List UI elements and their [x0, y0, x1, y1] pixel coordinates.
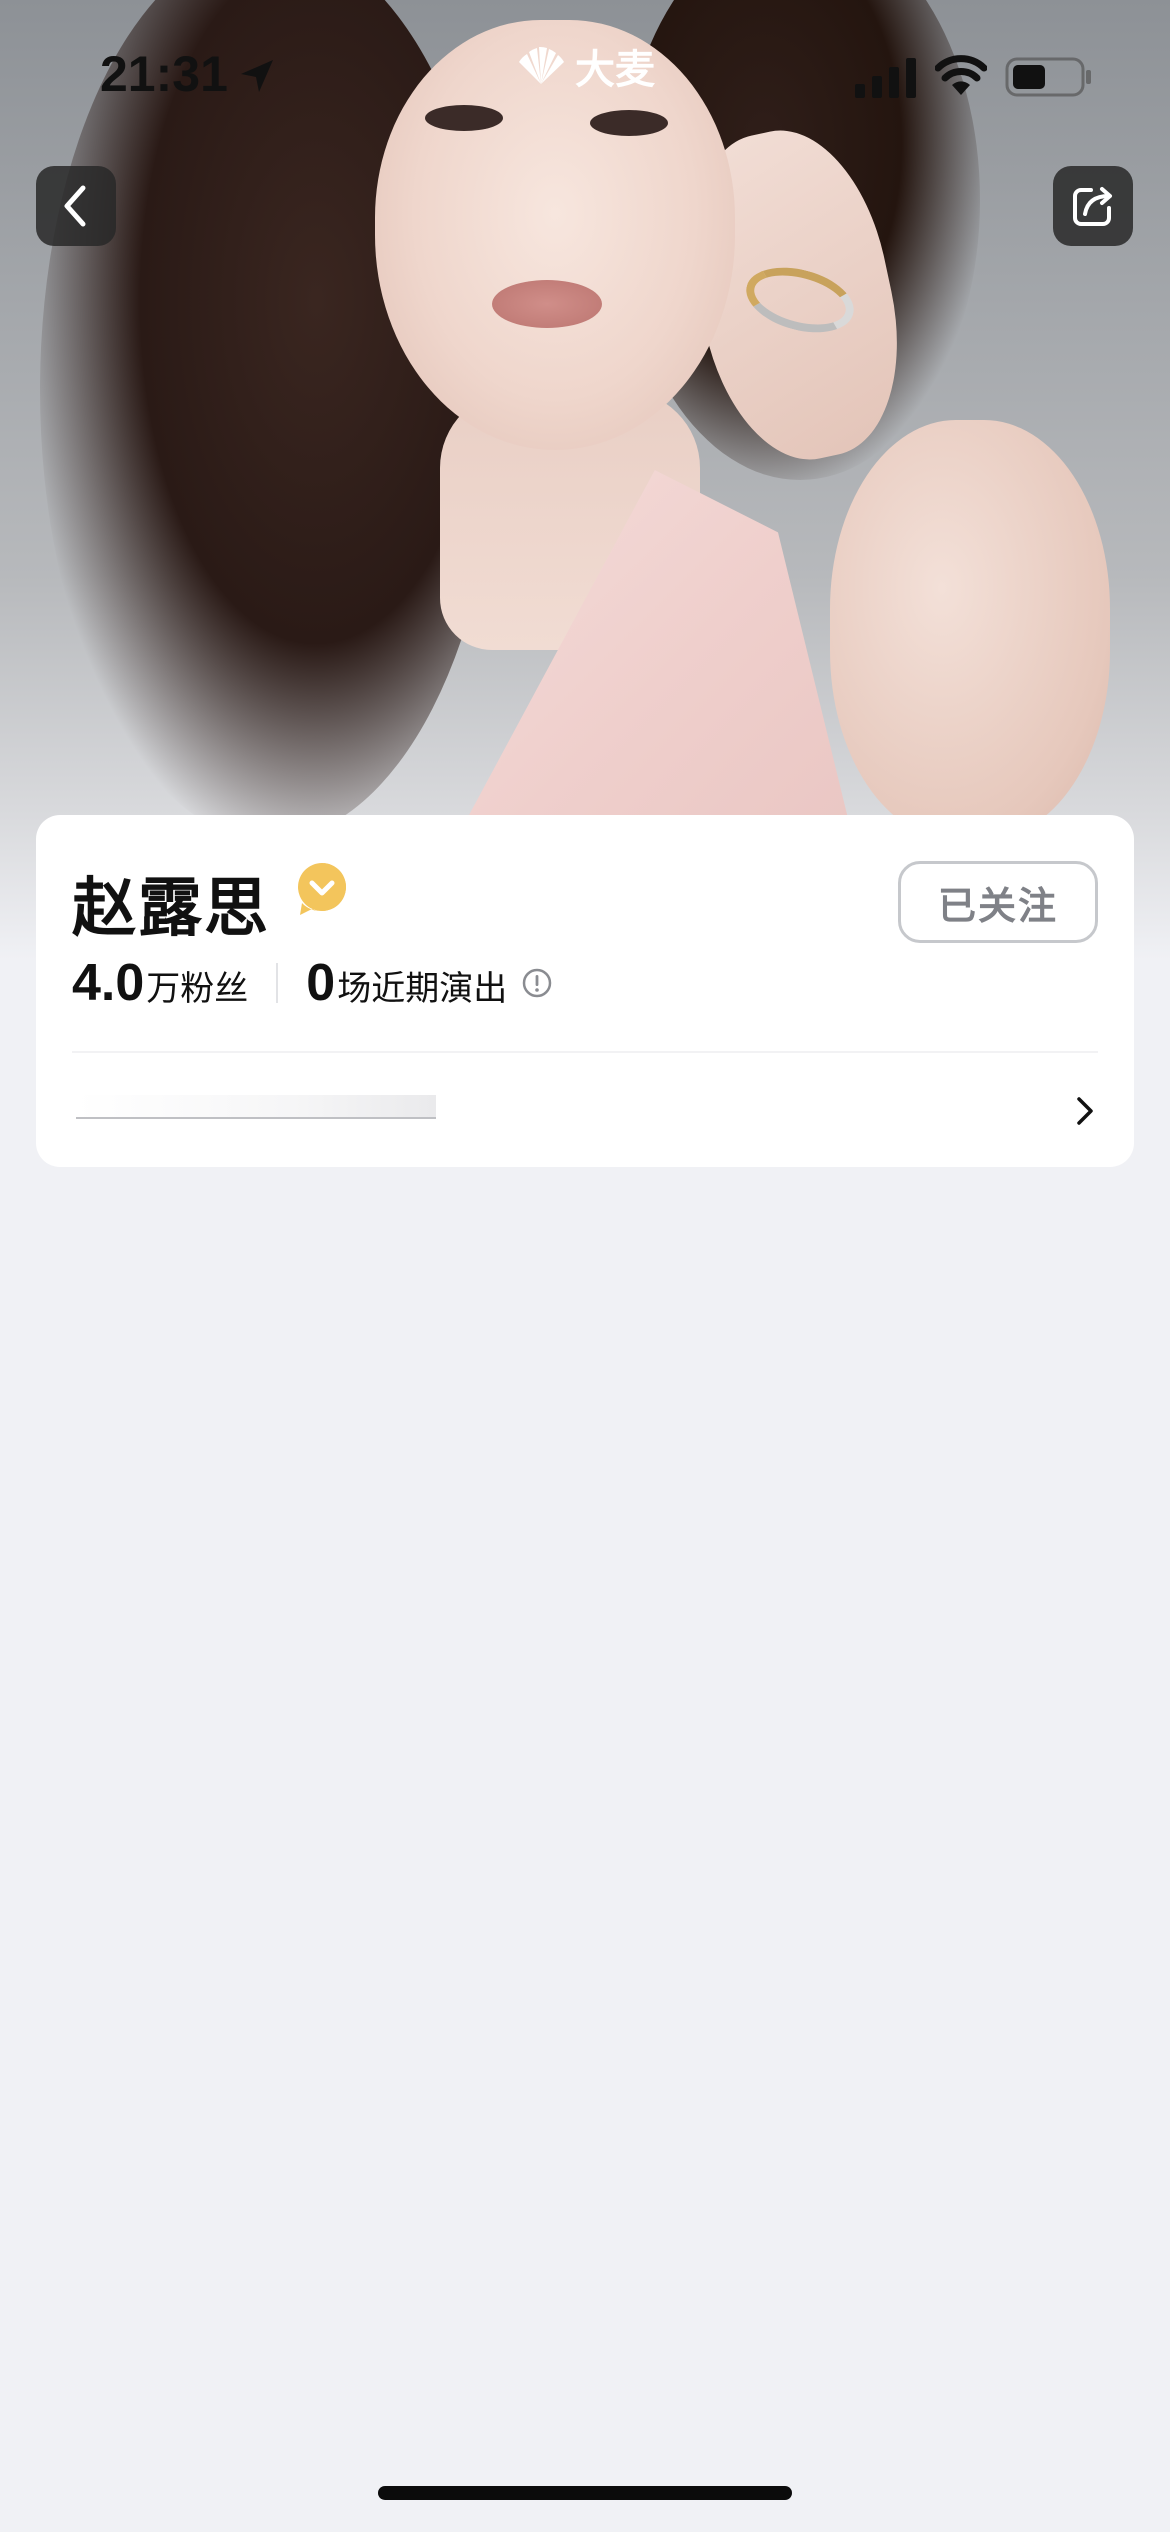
artist-detail-row[interactable] [36, 1055, 1134, 1167]
wifi-icon [935, 55, 987, 95]
app-logo-icon [519, 46, 564, 84]
detail-row-content [76, 1095, 436, 1119]
app-logo: 大麦 [515, 40, 655, 93]
back-button[interactable] [36, 166, 116, 246]
info-icon[interactable] [521, 967, 553, 999]
hero-photo-lips [492, 280, 602, 328]
cellular-signal-icon [855, 58, 916, 98]
card-divider [72, 1051, 1098, 1053]
shows-count: 0 [306, 954, 336, 1012]
fans-count: 4.0 [72, 954, 145, 1012]
follow-button[interactable]: 已关注 [898, 861, 1098, 943]
chevron-right-icon [1077, 1097, 1093, 1125]
verified-badge-icon [298, 863, 346, 915]
battery-icon [1005, 57, 1091, 97]
home-indicator[interactable] [378, 2486, 792, 2500]
location-arrow-icon [241, 60, 273, 92]
status-bar: 21:31 大麦 [0, 0, 1170, 150]
artist-name: 赵露思 [72, 872, 270, 946]
chevron-left-icon [64, 185, 86, 227]
artist-profile-screen: 21:31 大麦 赵露思 已关注 4.0 万粉丝 0 场近期演出 [0, 0, 1170, 2532]
stats-row: 4.0 万粉丝 0 场近期演出 [72, 953, 553, 1013]
shows-label: 场近期演出 [337, 969, 508, 1009]
share-button[interactable] [1053, 166, 1133, 246]
hero-photo-shoulder [830, 420, 1110, 840]
share-icon [1073, 187, 1112, 226]
app-logo-text: 大麦 [575, 47, 655, 93]
stats-divider [276, 963, 279, 1003]
status-time: 21:31 [100, 46, 228, 102]
artist-profile-card: 赵露思 已关注 4.0 万粉丝 0 场近期演出 [36, 815, 1134, 1167]
fans-label: 万粉丝 [146, 969, 249, 1009]
